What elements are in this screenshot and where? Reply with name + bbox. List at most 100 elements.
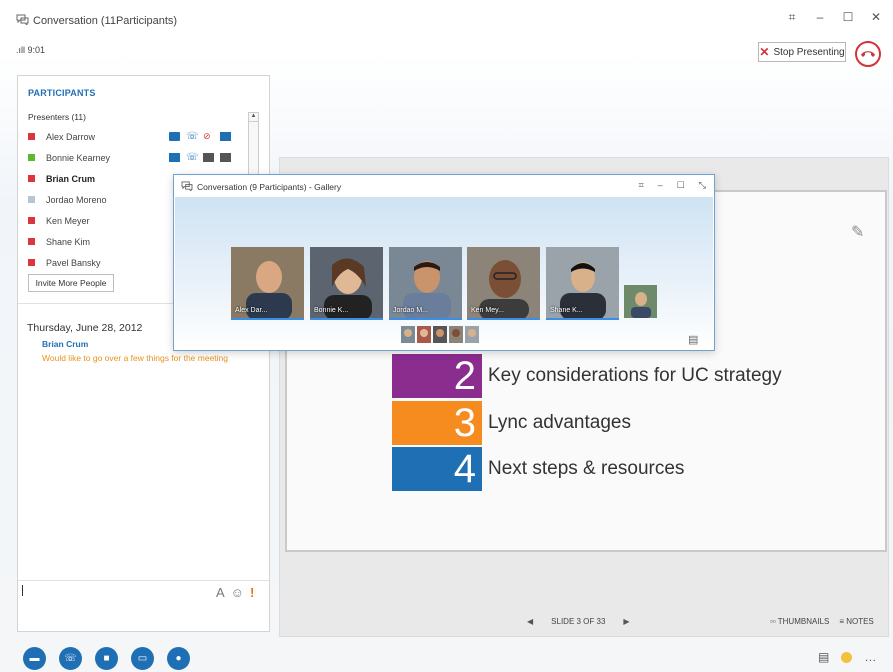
self-view-tile[interactable]	[624, 285, 657, 318]
maximize-icon[interactable]: ☐	[841, 10, 855, 25]
call-duration: 9:01	[27, 45, 46, 55]
next-slide-icon[interactable]: ▶	[623, 617, 629, 626]
tile-name: Shane K...	[550, 307, 583, 314]
thumbnails-label: THUMBNAILS	[777, 617, 830, 626]
hangup-icon	[861, 51, 875, 57]
important-icon[interactable]: !	[250, 585, 254, 600]
agenda-item: 3 Lync advantages	[392, 401, 631, 445]
video-tile[interactable]: Bonnie K...	[310, 247, 383, 320]
video-tile[interactable]: Shane K...	[546, 247, 619, 320]
compose-input[interactable]	[22, 585, 23, 596]
participant-modalities: ☏	[169, 152, 231, 163]
agenda-number: 2	[392, 354, 482, 398]
agenda-item: 4 Next steps & resources	[392, 447, 684, 491]
overflow-avatar[interactable]	[401, 326, 415, 343]
agenda-number: 4	[392, 447, 482, 491]
more-options-icon[interactable]: …	[864, 650, 876, 664]
presence-icon	[28, 154, 35, 161]
participant-name: Pavel Bansky	[46, 257, 101, 268]
chat-sender: Brian Crum	[42, 339, 89, 349]
thumbnails-icon: ▫▫	[770, 617, 778, 626]
overflow-avatar[interactable]	[433, 326, 447, 343]
font-icon[interactable]: A	[216, 585, 225, 600]
invite-more-people-button[interactable]: Invite More People	[28, 274, 114, 292]
previous-slide-icon[interactable]: ◀	[527, 617, 533, 626]
overflow-avatar[interactable]	[417, 326, 431, 343]
video-tile[interactable]: Jordao M...	[389, 247, 462, 320]
chat-icon[interactable]: ▬	[23, 647, 46, 670]
tile-name: Ken Mey...	[471, 307, 504, 314]
signal-indicator: .ıll 9:01	[16, 45, 45, 55]
im-icon	[169, 153, 180, 162]
participants-header: PARTICIPANTS	[28, 88, 96, 98]
slide-tools: ▫▫ THUMBNAILS ≡ NOTES	[770, 617, 874, 626]
close-icon[interactable]: ✕	[869, 10, 883, 25]
self-view-photo	[624, 285, 657, 318]
video-icon[interactable]: ■	[95, 647, 118, 670]
participant-name: Brian Crum	[46, 173, 96, 184]
agenda-text: Next steps & resources	[488, 458, 685, 479]
screen-share-icon	[220, 153, 231, 162]
presenters-group-label: Presenters (11)	[28, 112, 86, 122]
emoticon-icon[interactable]: ☺	[231, 585, 244, 600]
bottom-right-tools: ▤ …	[818, 650, 876, 664]
presence-icon	[28, 259, 35, 266]
presence-icon	[28, 175, 35, 182]
gallery-window: Conversation (9 Participants) - Gallery …	[173, 174, 715, 351]
stop-icon: ✕	[759, 45, 770, 59]
present-icon[interactable]: ▭	[131, 647, 154, 670]
minimize-icon[interactable]: –	[658, 180, 663, 191]
bottom-toolbar: ▬ ☏ ■ ▭ ●	[23, 647, 190, 670]
window-title-bar: Conversation (11Participants)	[16, 14, 177, 28]
tile-name: Bonnie K...	[314, 307, 349, 314]
annotation-pencil-icon[interactable]: ✎	[851, 222, 864, 242]
compose-divider	[18, 580, 269, 581]
lync-main-window: Conversation (11Participants) ⌗ – ☐ ✕ .ı…	[0, 0, 893, 672]
overflow-avatar[interactable]	[465, 326, 479, 343]
presence-icon	[28, 133, 35, 140]
phone-icon[interactable]: ☏	[59, 647, 82, 670]
participant-row[interactable]: Alex Darrow ☏ ⊘	[28, 126, 250, 147]
video-tile[interactable]: Ken Mey...	[467, 247, 540, 320]
gallery-view-icon[interactable]: ▤	[688, 333, 698, 346]
participant-name: Jordao Moreno	[46, 194, 107, 205]
presence-icon	[28, 217, 35, 224]
gallery-video-area: Alex Dar... Bonnie K... Jordao M... Ken …	[175, 197, 713, 349]
hangup-button[interactable]	[855, 41, 881, 67]
participant-row[interactable]: Bonnie Kearney ☏	[28, 147, 250, 168]
tile-name: Alex Dar...	[235, 307, 268, 314]
agenda-text: Lync advantages	[488, 412, 631, 433]
emoticon-icon[interactable]	[841, 651, 853, 663]
fullscreen-icon[interactable]: ⌗	[785, 10, 799, 25]
video-icon	[203, 153, 214, 162]
notes-label: NOTES	[846, 617, 874, 626]
minimize-icon[interactable]: –	[813, 10, 827, 25]
popout-icon[interactable]: ⤡	[699, 180, 706, 191]
agenda-item: 2 Key considerations for UC strategy	[392, 354, 782, 398]
participants-panel: PARTICIPANTS Presenters (11) Alex Darrow…	[17, 75, 270, 632]
overflow-avatar[interactable]	[449, 326, 463, 343]
phone-icon: ☏	[186, 152, 199, 163]
presence-icon	[28, 238, 35, 245]
window-title: Conversation (11Participants)	[33, 15, 178, 27]
maximize-icon[interactable]: ☐	[677, 180, 685, 191]
thumbnails-button[interactable]: ▫▫ THUMBNAILS	[770, 617, 829, 626]
slide-navigation: ◀ SLIDE 3 OF 33 ▶	[527, 617, 630, 626]
chat-date: Thursday, June 28, 2012	[27, 322, 143, 334]
participants-icon[interactable]: ●	[167, 647, 190, 670]
overflow-participant-strip	[401, 326, 479, 343]
notes-button[interactable]: ≡ NOTES	[839, 617, 873, 626]
gallery-view-icon[interactable]: ▤	[818, 650, 829, 664]
fullscreen-icon[interactable]: ⌗	[639, 180, 644, 191]
compose-tools: A ☺ !	[216, 585, 254, 600]
participant-name: Ken Meyer	[46, 215, 90, 226]
conversation-icon	[181, 181, 193, 193]
gallery-title-bar: Conversation (9 Participants) - Gallery	[181, 181, 341, 193]
im-icon	[169, 132, 180, 141]
chat-message: Would like to go over a few things for t…	[42, 353, 228, 363]
phone-icon: ☏	[186, 131, 199, 142]
stop-presenting-button[interactable]: ✕ Stop Presenting	[758, 42, 846, 62]
participant-name: Shane Kim	[46, 236, 91, 247]
scroll-up-icon[interactable]: ▲	[249, 113, 258, 122]
video-tile[interactable]: Alex Dar...	[231, 247, 304, 320]
